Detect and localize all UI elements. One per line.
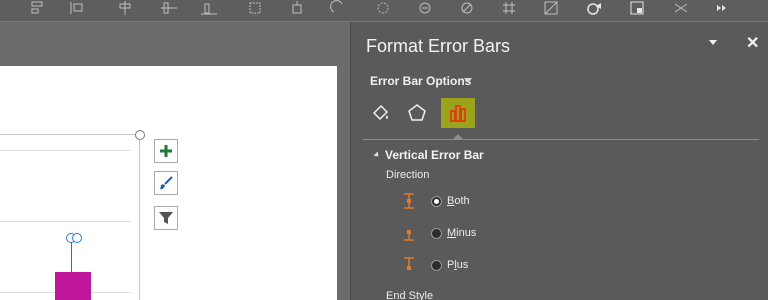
direction-plus-radio[interactable] bbox=[431, 259, 442, 271]
play-icon[interactable] bbox=[542, 0, 560, 16]
circle-icon[interactable] bbox=[330, 0, 348, 16]
error-bar-options-dropdown[interactable]: Error Bar Options bbox=[370, 74, 471, 88]
edit-points-icon[interactable] bbox=[500, 0, 518, 16]
merge-icon[interactable] bbox=[416, 0, 434, 16]
arrange-icon[interactable] bbox=[672, 0, 690, 16]
select-icon[interactable] bbox=[586, 0, 604, 16]
chart-elements-button[interactable] bbox=[154, 139, 178, 163]
direction-label: Direction bbox=[386, 169, 430, 181]
shape-icon[interactable] bbox=[288, 0, 306, 16]
align-middle-icon[interactable] bbox=[160, 0, 178, 16]
chart-filters-button[interactable] bbox=[154, 206, 178, 230]
app-window: Format Error Bars ✕ Error Bar Options Ve… bbox=[0, 0, 768, 300]
close-icon[interactable]: ✕ bbox=[746, 33, 759, 53]
fill-line-icon[interactable] bbox=[367, 100, 395, 126]
align-center-icon[interactable] bbox=[116, 0, 134, 16]
effects-icon[interactable] bbox=[628, 0, 646, 16]
tab-divider bbox=[363, 139, 759, 140]
pane-title: Format Error Bars bbox=[366, 36, 511, 56]
chart-styles-button[interactable] bbox=[154, 171, 178, 195]
direction-minus-label: Minus bbox=[447, 227, 477, 239]
filter-icon bbox=[159, 212, 173, 224]
collapse-icon[interactable] bbox=[373, 151, 381, 159]
more-icon[interactable] bbox=[712, 0, 730, 16]
direction-both-label: Both bbox=[447, 195, 470, 207]
format-error-bars-pane: Format Error Bars ✕ Error Bar Options Ve… bbox=[350, 22, 768, 300]
brush-icon bbox=[160, 176, 173, 190]
direction-plus-option[interactable]: Plus bbox=[401, 256, 468, 274]
rotate-icon[interactable] bbox=[374, 0, 392, 16]
direction-both-radio[interactable] bbox=[431, 195, 442, 207]
direction-minus-option[interactable]: Minus bbox=[401, 224, 476, 242]
error-bar-handle[interactable] bbox=[72, 233, 82, 243]
ribbon-toolbar bbox=[0, 0, 768, 22]
group-icon[interactable] bbox=[246, 0, 264, 16]
bar-options-icon[interactable] bbox=[441, 98, 475, 128]
section-vertical-error-bar[interactable]: Vertical Error Bar bbox=[385, 148, 484, 162]
active-tab-indicator bbox=[452, 134, 464, 140]
direction-both-option[interactable]: Both bbox=[401, 192, 470, 210]
direction-plus-label: Plus bbox=[447, 259, 469, 271]
error-both-icon bbox=[404, 193, 414, 209]
end-style-label: End Style bbox=[386, 290, 434, 300]
align-bottom-icon[interactable] bbox=[200, 0, 218, 16]
distribute-icon[interactable] bbox=[68, 0, 86, 16]
pane-options-icon[interactable] bbox=[709, 40, 717, 45]
data-bar[interactable] bbox=[55, 272, 91, 300]
gridline bbox=[0, 150, 131, 151]
plus-icon bbox=[160, 145, 172, 157]
error-minus-icon bbox=[404, 230, 414, 241]
chevron-down-icon[interactable] bbox=[464, 78, 472, 83]
gridline bbox=[0, 221, 131, 222]
direction-minus-radio[interactable] bbox=[431, 227, 442, 239]
effects-pentagon-icon[interactable] bbox=[403, 100, 431, 126]
align-icon[interactable] bbox=[28, 0, 46, 16]
crop-icon[interactable] bbox=[458, 0, 476, 16]
resize-handle[interactable] bbox=[135, 130, 145, 140]
error-bar-line[interactable] bbox=[71, 240, 72, 272]
error-plus-icon bbox=[404, 257, 414, 270]
